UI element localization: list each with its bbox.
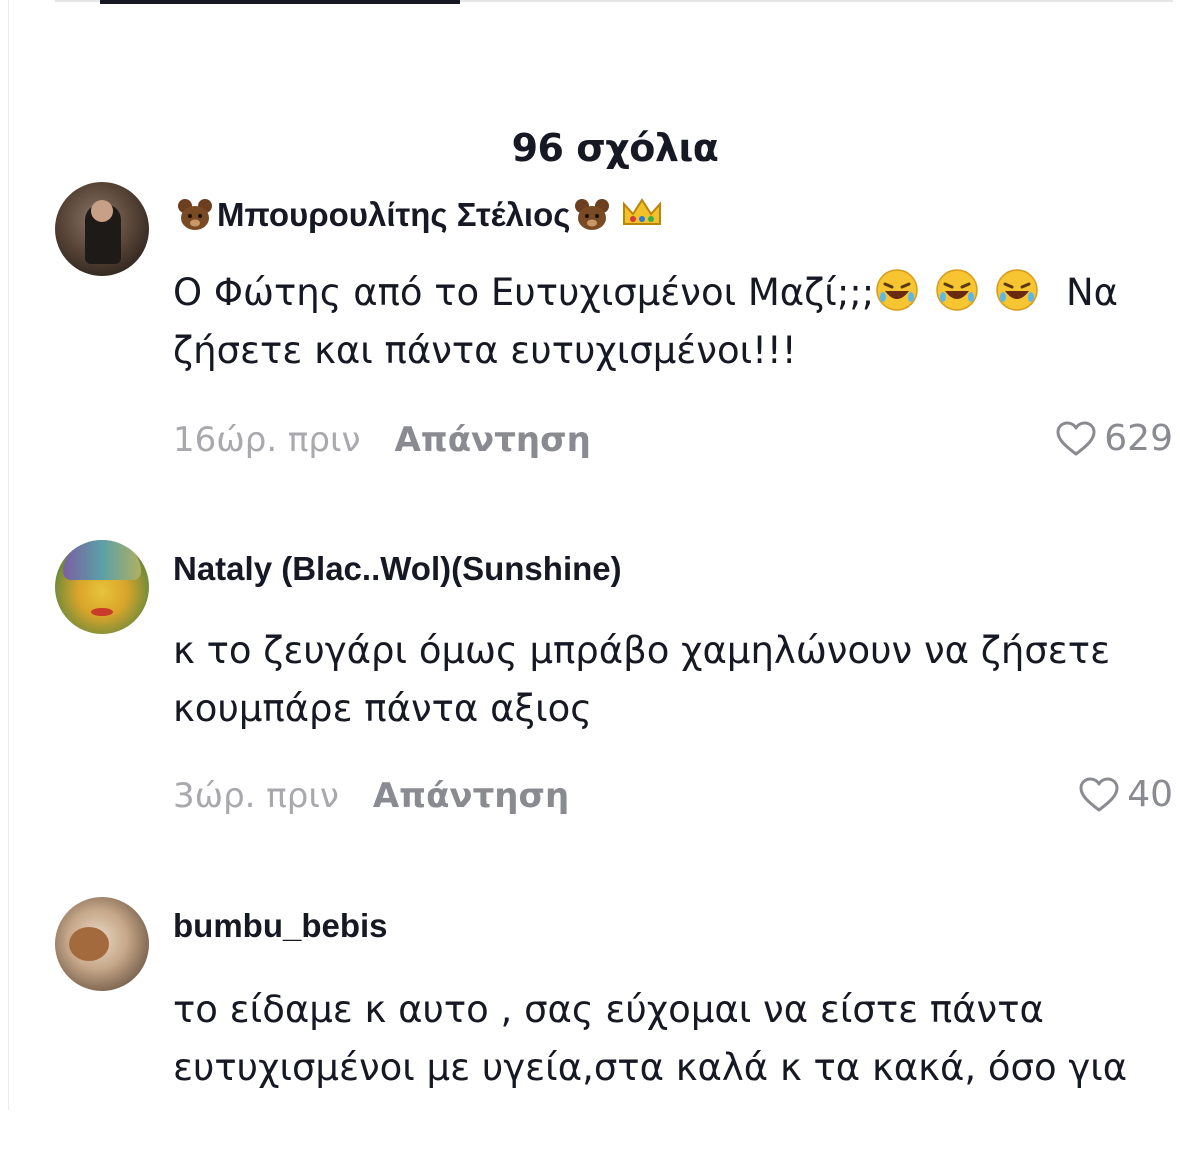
comment-text-part: Ο Φώτης από το Ευτυχισμένοι Μαζί;;;: [173, 271, 875, 314]
comment-meta: 16ώρ. πριν Απάντηση: [173, 420, 591, 460]
comment-time: 3ώρ. πριν: [173, 776, 339, 816]
scroll-clip: [0, 1110, 1200, 1171]
comment-text: το είδαμε κ αυτο , σας εύχομαι να είστε …: [173, 988, 1128, 1089]
comment-text: Ο Φώτης από το Ευτυχισμένοι Μαζί;;; Να ζ…: [173, 264, 1175, 380]
laughing-emoji-icon: [936, 269, 978, 311]
panel-left-border: [8, 0, 9, 1171]
laughing-emoji-icon: [996, 269, 1038, 311]
avatar-face: [91, 200, 113, 222]
avatar-detail: [69, 927, 109, 961]
crown-emoji-icon: [623, 198, 662, 225]
bear-emoji-icon: [178, 199, 212, 230]
avatar[interactable]: [55, 182, 149, 276]
comment-username[interactable]: Nataly (Blac..Wol)(Sunshine): [173, 550, 622, 588]
heart-icon: [1056, 421, 1096, 455]
comment-username-row[interactable]: Μπουρουλίτης Στέλιος: [173, 194, 664, 234]
comment-time: 16ώρ. πριν: [173, 420, 361, 460]
like-count: 629: [1104, 418, 1173, 459]
like-button[interactable]: 40: [1079, 774, 1173, 815]
avatar[interactable]: [55, 540, 149, 634]
reply-button[interactable]: Απάντηση: [394, 420, 590, 460]
comment-username: Μπουρουλίτης Στέλιος: [217, 196, 571, 233]
comment-count: 96 σχόλια: [511, 126, 719, 170]
like-count: 40: [1127, 774, 1173, 815]
avatar-hair: [63, 540, 141, 580]
active-tab-indicator: [100, 0, 460, 4]
comment-username[interactable]: bumbu_bebis: [173, 907, 388, 945]
avatar-lips: [91, 608, 113, 616]
avatar[interactable]: [55, 897, 149, 991]
laughing-emoji-icon: [876, 269, 918, 311]
comment-text: κ το ζευγάρι όμως μπράβο χαμηλώνουν να ζ…: [173, 629, 1111, 730]
heart-icon: [1079, 777, 1119, 811]
reply-button[interactable]: Απάντηση: [373, 776, 569, 816]
like-button[interactable]: 629: [1056, 418, 1173, 459]
comment-meta: 3ώρ. πριν Απάντηση: [173, 776, 569, 816]
bear-emoji-icon: [575, 199, 610, 230]
